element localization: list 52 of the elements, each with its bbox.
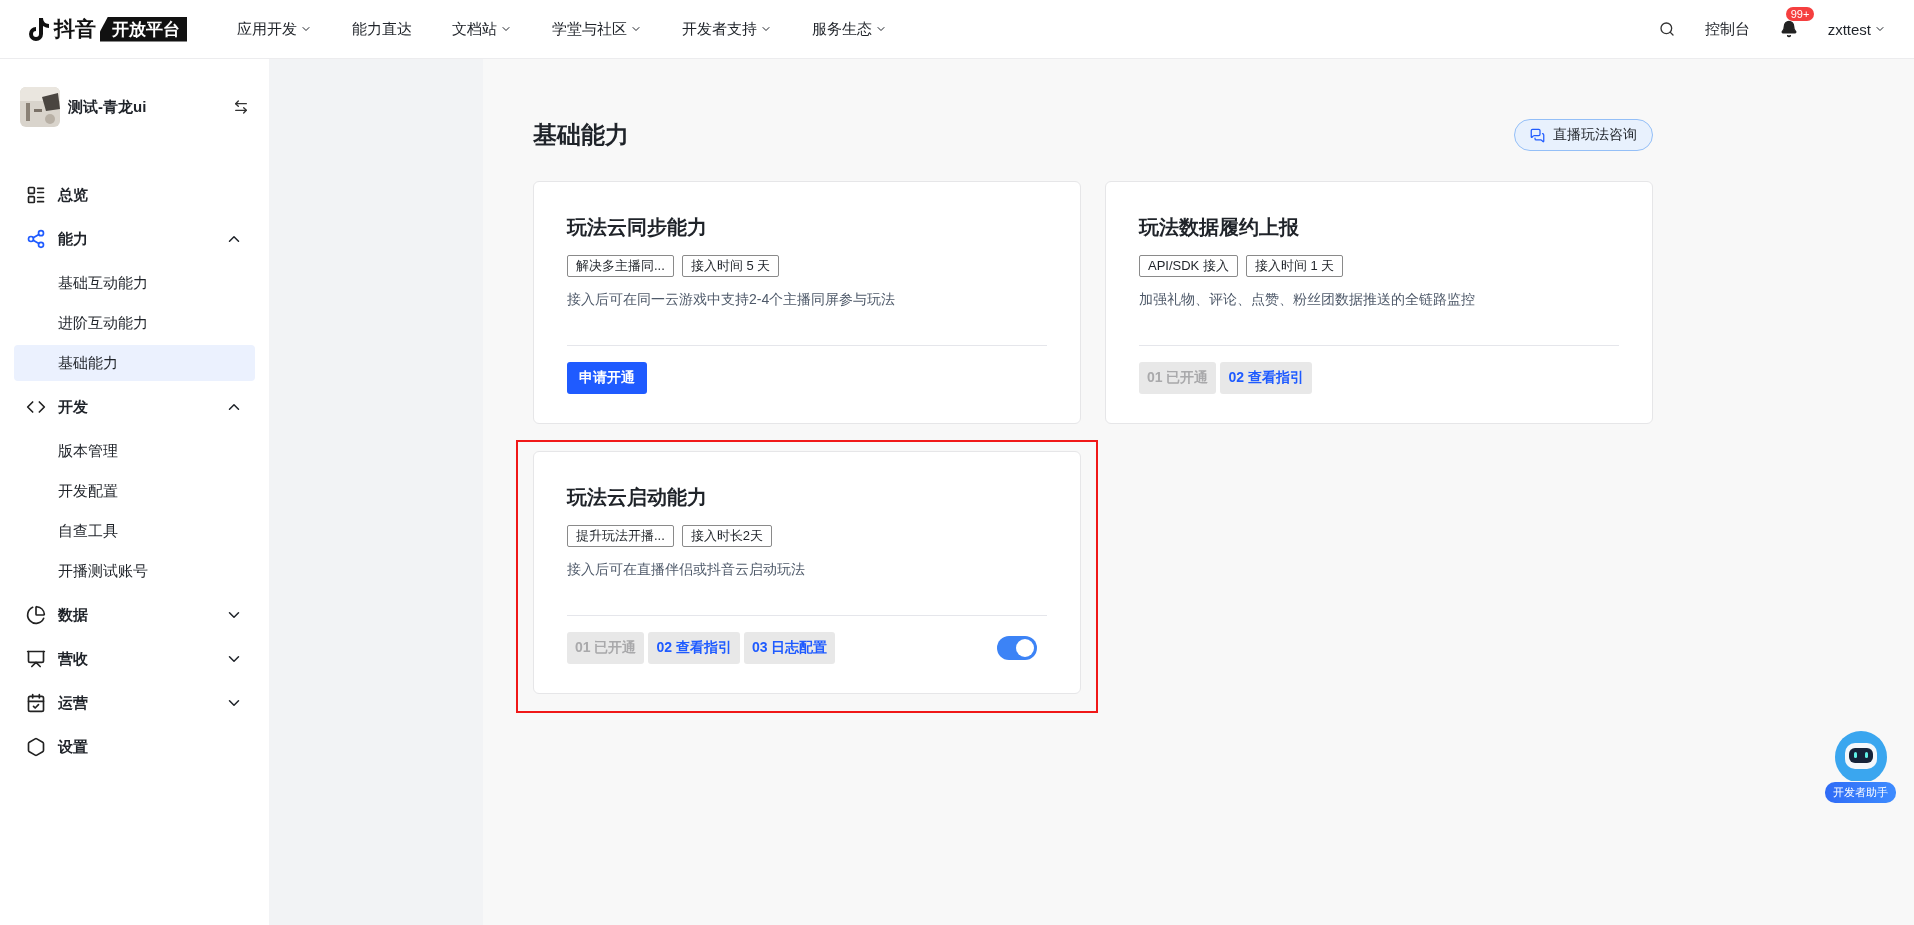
nav-item[interactable]: 服务生态 — [792, 19, 907, 39]
tag: 接入时间 5 天 — [681, 255, 780, 277]
switch-icon[interactable] — [233, 99, 249, 115]
sidebar-item[interactable]: 数据 — [14, 593, 255, 637]
nav-item[interactable]: 文档站 — [432, 19, 532, 39]
notification-badge: 99+ — [1785, 7, 1815, 21]
nav-item[interactable]: 开发者支持 — [662, 19, 792, 39]
nav-item[interactable]: 应用开发 — [217, 19, 332, 39]
tag: 接入时间 1 天 — [1245, 255, 1344, 277]
card-title: 玩法云同步能力 — [567, 215, 708, 240]
app-name: 测试-青龙ui — [68, 97, 148, 117]
card-title: 玩法数据履约上报 — [1139, 215, 1300, 240]
card-description: 接入后可在直播伴侣或抖音云启动玩法 — [567, 561, 806, 579]
tag: API/SDK 接入 — [1139, 255, 1238, 277]
sidebar-subitem[interactable]: 基础能力 — [14, 345, 255, 381]
card-title: 玩法云启动能力 — [567, 485, 708, 510]
card-description: 接入后可在同一云游戏中支持2-4个主播同屏参与玩法 — [567, 291, 897, 309]
tag: 解决多主播同... — [567, 255, 674, 277]
step-button[interactable]: 02 查看指引 — [1220, 362, 1312, 394]
consult-button[interactable]: 直播玩法咨询 — [1514, 119, 1653, 151]
search-icon[interactable] — [1658, 21, 1675, 37]
sidebar-item[interactable]: 设置 — [14, 725, 255, 769]
console-link[interactable]: 控制台 — [1704, 19, 1750, 39]
step-button[interactable]: 03 日志配置 — [743, 632, 836, 664]
sidebar-subitem[interactable]: 开播测试账号 — [14, 553, 255, 589]
sidebar-subitem[interactable]: 自查工具 — [14, 513, 255, 549]
user-menu[interactable]: zxttest — [1827, 20, 1886, 38]
card-description: 加强礼物、评论、点赞、粉丝团数据推送的全链路监控 — [1139, 291, 1476, 309]
apply-button[interactable]: 申请开通 — [567, 362, 647, 394]
sidebar-subitem[interactable]: 开发配置 — [14, 473, 255, 509]
sidebar-item[interactable]: 运营 — [14, 681, 255, 725]
toggle-switch[interactable] — [997, 636, 1037, 660]
tag: 提升玩法开播... — [567, 525, 674, 547]
logo-badge: 开放平台 — [100, 16, 187, 42]
sidebar-item[interactable]: 能力 — [14, 217, 255, 261]
music-note-icon — [28, 17, 50, 41]
sidebar-subitem[interactable]: 基础互动能力 — [14, 265, 255, 301]
nav-item[interactable]: 能力直达 — [332, 19, 432, 39]
tag: 接入时长2天 — [681, 525, 773, 547]
bell-icon[interactable] — [1779, 20, 1798, 38]
sidebar-subitem[interactable]: 版本管理 — [14, 433, 255, 469]
logo-text: 抖音 — [54, 16, 96, 42]
sidebar-item[interactable]: 营收 — [14, 637, 255, 681]
sidebar-subitem[interactable]: 进阶互动能力 — [14, 305, 255, 341]
nav-item[interactable]: 学堂与社区 — [532, 19, 662, 39]
robot-icon[interactable] — [1832, 729, 1889, 781]
page-title: 基础能力 — [533, 120, 630, 150]
assistant-label[interactable]: 开发者助手 — [1825, 782, 1896, 803]
step-button[interactable]: 02 查看指引 — [648, 632, 740, 664]
sidebar-item[interactable]: 总览 — [14, 173, 255, 217]
chat-icon — [1530, 127, 1545, 143]
sidebar-item[interactable]: 开发 — [14, 385, 255, 429]
